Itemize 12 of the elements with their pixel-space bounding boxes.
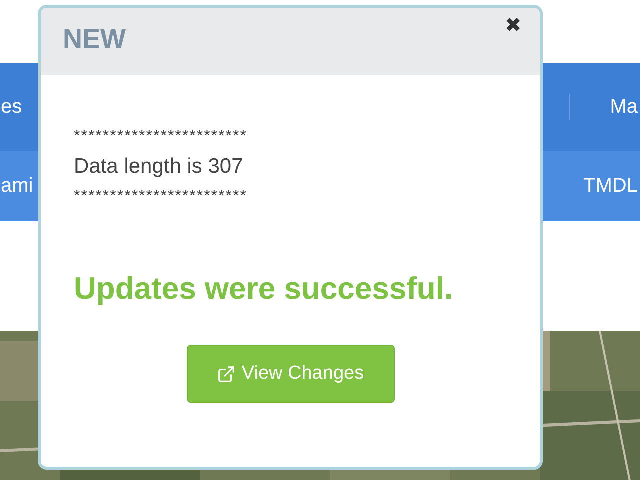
nav-item[interactable]: Ma — [610, 96, 638, 118]
view-changes-button[interactable]: View Changes — [186, 345, 394, 403]
separator-text: ************************ — [74, 187, 248, 207]
modal-title: NEW — [63, 24, 126, 55]
message-text: Data length is 307 — [74, 154, 244, 180]
nav-item[interactable]: ami — [1, 174, 34, 198]
separator-text: ************************ — [74, 127, 248, 147]
nav-item[interactable]: es — [1, 96, 22, 118]
close-button[interactable]: ✖ — [505, 16, 522, 36]
nav-item[interactable]: TMDL — [584, 174, 638, 198]
success-message: Updates were successful. — [74, 271, 454, 307]
external-link-icon — [216, 364, 236, 384]
